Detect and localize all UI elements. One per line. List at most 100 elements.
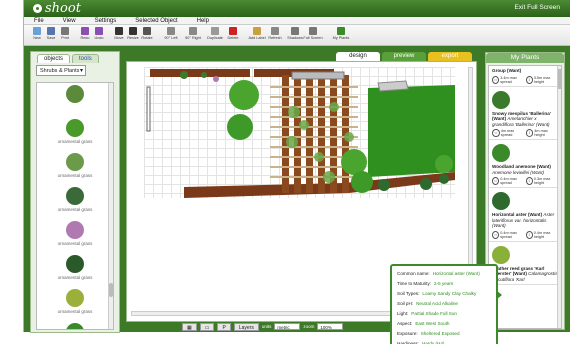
tree[interactable]: [229, 80, 259, 110]
deck-strip[interactable]: [282, 75, 289, 193]
object-list-item[interactable]: ornamental grass: [37, 219, 113, 253]
object-list-item[interactable]: ornamental grass: [37, 287, 113, 321]
tree[interactable]: [435, 155, 453, 173]
fullscreen-button[interactable]: Full Screen: [302, 25, 324, 45]
tooltip-row: Soil Types: Loamy Sandy Clay Chalky: [397, 289, 491, 299]
tooltip-value: 2-5 years: [434, 281, 454, 286]
toolbar-label: Shadows: [287, 36, 303, 40]
tooltip-key: Soil pH:: [397, 301, 414, 306]
save-button[interactable]: Save: [44, 25, 58, 45]
snap-icon[interactable]: ▭: [199, 322, 215, 331]
rotate-button[interactable]: Rotate: [140, 25, 154, 45]
print-button[interactable]: Print: [58, 25, 72, 45]
object-list-item[interactable]: ornamental grass: [37, 185, 113, 219]
save-icon: [47, 27, 55, 35]
menu-help[interactable]: Help: [187, 17, 218, 24]
shrub[interactable]: [180, 71, 188, 79]
duplicate-icon: [211, 27, 219, 35]
tab-objects[interactable]: objects: [37, 54, 71, 63]
rotate-right-button[interactable]: 90° Right: [182, 25, 204, 45]
move-button[interactable]: Move: [112, 25, 126, 45]
object-list-item[interactable]: ornamental grass: [37, 117, 113, 151]
shrub[interactable]: [213, 76, 219, 82]
plant-thumbnail-icon: [66, 289, 84, 307]
plant-thumbnail-icon: [66, 85, 84, 103]
tab-preview[interactable]: preview: [382, 52, 426, 61]
deck-strip[interactable]: [294, 75, 301, 193]
duplicate-button[interactable]: Duplicate: [204, 25, 226, 45]
scroll-thumb[interactable]: [558, 69, 561, 89]
layers-button[interactable]: Layers: [233, 322, 259, 331]
category-select[interactable]: Shrubs & Plants ▾: [36, 65, 86, 76]
my-plant-entry[interactable]: Woodland anemone (Want) Anemone levieill…: [489, 140, 561, 188]
garden-plan[interactable]: [144, 67, 455, 198]
zoom-select[interactable]: 100%: [317, 323, 344, 330]
toolbar-label: Full Screen: [303, 36, 323, 40]
plant-spread-value: 0.4m max spread: [500, 177, 517, 185]
grid-icon[interactable]: ▦: [182, 322, 197, 331]
my-plant-entry[interactable]: Snowy mespilus 'Ballerina' (Want) Amelan…: [489, 87, 561, 140]
scroll-thumb[interactable]: [109, 283, 113, 297]
garden-shed[interactable]: [377, 80, 409, 92]
object-list-scrollbar[interactable]: [108, 83, 113, 329]
my-plant-entry[interactable]: Feather reed grass 'Karl Foerster' (Want…: [489, 242, 561, 285]
height-icon: ↕: [525, 129, 534, 137]
undo-button[interactable]: Undo: [92, 25, 106, 45]
plant-height: ↕ 0.4m max height: [525, 230, 558, 239]
rotate-left-button[interactable]: 90° Left: [160, 25, 182, 45]
menu-settings[interactable]: Settings: [85, 17, 126, 24]
object-list-item[interactable]: shrub: [37, 321, 113, 329]
deck-strip[interactable]: [306, 75, 313, 193]
label-button[interactable]: Add Label: [246, 25, 268, 45]
garden-gate[interactable]: [146, 86, 151, 132]
object-list-item[interactable]: [37, 83, 113, 117]
new-button[interactable]: New: [30, 25, 44, 45]
object-name: ornamental grass: [57, 275, 93, 280]
menu-view[interactable]: View: [53, 17, 85, 24]
exit-full-screen-button[interactable]: Exit Full Screen: [514, 4, 560, 11]
redo-button[interactable]: Redo: [78, 25, 92, 45]
my-plants-scrollbar[interactable]: [557, 66, 561, 328]
my-plant-entry[interactable]: Horizontal aster (Want) Aster lateriflor…: [489, 188, 561, 242]
menu-selected-object[interactable]: Selected Object: [125, 17, 186, 24]
toolbar-label: 90° Left: [164, 36, 178, 40]
toolbar-label: Duplicate: [207, 36, 223, 40]
refresh-button[interactable]: Refresh: [268, 25, 282, 45]
plant-size-stats: ⇔ 4m max spread ↕ 4m max height: [492, 129, 558, 137]
object-list-item[interactable]: ornamental grass: [37, 253, 113, 287]
plant-height: ↕ 0.3m max height: [525, 177, 558, 185]
tree[interactable]: [227, 114, 253, 140]
tree[interactable]: [351, 171, 373, 193]
tab-tools[interactable]: tools: [72, 54, 99, 63]
plant-thumbnail-icon: [492, 245, 510, 264]
tooltip-row: Time to Maturity: 2-5 years: [397, 279, 491, 289]
garden-bench[interactable]: [291, 71, 345, 80]
delete-button[interactable]: Delete: [226, 25, 240, 45]
garden-grid[interactable]: [144, 67, 455, 198]
shadows-button[interactable]: Shadows: [287, 25, 303, 45]
category-value: Shrubs & Plants: [40, 68, 80, 74]
height-icon: ↕: [525, 230, 533, 239]
menu-file[interactable]: File: [24, 17, 53, 24]
objects-panel: objects tools Shrubs & Plants ▾ ornament…: [30, 51, 120, 333]
tab-design[interactable]: design: [336, 52, 380, 61]
toolbar-label: My Plants: [332, 36, 350, 40]
plant-common-name: Woodland anemone (Want): [492, 164, 551, 169]
tooltip-key: Light:: [397, 311, 409, 316]
height-icon: ↕: [525, 177, 533, 185]
resize-button[interactable]: Resize: [126, 25, 140, 45]
tab-export[interactable]: export: [428, 52, 472, 61]
shrub[interactable]: [201, 72, 207, 78]
print-layout-icon[interactable]: P: [217, 322, 231, 331]
units-select[interactable]: metric: [274, 323, 301, 330]
toolbar-label: Resize: [127, 36, 139, 40]
object-list-item[interactable]: ornamental grass: [37, 151, 113, 185]
units-label: units: [261, 324, 272, 329]
top-border-bed[interactable]: [150, 69, 250, 77]
toolbar-label: 90° Right: [185, 36, 201, 40]
toolbar-label: Add Label: [248, 36, 266, 40]
my-plants-button[interactable]: My Plants: [330, 25, 352, 45]
plant-size-stats: ⇔ 3.4m max spread ↕ 3.5m max height: [492, 75, 558, 84]
logo-text: shoot: [45, 1, 81, 16]
my-plant-entry[interactable]: Group (Want) ⇔ 3.4m max spread ↕ 3.5m max he…: [489, 66, 561, 87]
